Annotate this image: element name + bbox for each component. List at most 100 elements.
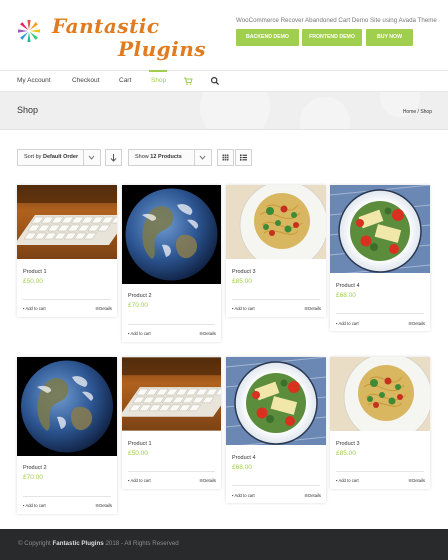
product-card[interactable]: Product 2 £70.00 ▪ Add to cart ☰Details [17, 357, 117, 514]
nav-item-checkout[interactable]: Checkout [72, 77, 99, 84]
sort-direction-icon [110, 154, 117, 162]
sort-by-label: Sort by [24, 154, 42, 160]
product-name[interactable]: Product 1 [23, 269, 47, 275]
product-image-keyboard[interactable] [17, 185, 117, 259]
copyright-prefix: © Copyright [18, 540, 51, 547]
copyright-suffix: 2018 - All Rights Reserved [105, 540, 179, 547]
grid-view-button[interactable] [217, 149, 234, 166]
add-to-cart-button[interactable]: ▪ Add to cart [336, 321, 359, 326]
page-title-bar: Shop Home / Shop [0, 92, 448, 130]
frontend-demo-button[interactable]: FRONTEND DEMO [302, 29, 362, 46]
product-name[interactable]: Product 3 [232, 269, 256, 275]
product-image-pasta[interactable] [330, 357, 430, 431]
show-label: Show [135, 154, 149, 160]
add-to-cart-label: Add to cart [25, 306, 46, 311]
add-to-cart-label: Add to cart [130, 478, 151, 483]
details-button[interactable]: ☰Details [304, 493, 321, 498]
details-button[interactable]: ☰Details [95, 306, 112, 311]
list-view-icon [240, 154, 247, 161]
site-footer: © Copyright Fantastic Plugins 2018 - All… [0, 529, 448, 560]
details-label: Details [308, 306, 321, 311]
main-navigation: My Account Checkout Cart Shop [0, 70, 448, 92]
card-divider [336, 471, 424, 472]
list-view-button[interactable] [235, 149, 252, 166]
sort-direction-button[interactable] [105, 149, 122, 166]
product-image-salad-bowl[interactable] [330, 185, 430, 273]
product-price: £50.00 [128, 450, 148, 457]
add-to-cart-label: Add to cart [338, 478, 359, 483]
product-card[interactable]: Product 1 £50.00 ▪ Add to cart ☰Details [122, 357, 221, 489]
site-tagline: WooCommerce Recover Abandoned Cart Demo … [236, 17, 437, 24]
add-to-cart-button[interactable]: ▪ Add to cart [23, 306, 46, 311]
buy-now-button[interactable]: BUY NOW [366, 29, 413, 46]
details-button[interactable]: ☰Details [199, 478, 216, 483]
product-name[interactable]: Product 2 [23, 465, 47, 471]
product-image-earth[interactable] [122, 185, 221, 284]
product-image-earth[interactable] [17, 357, 117, 456]
product-card[interactable]: Product 4 £68.00 ▪ Add to cart ☰Details [226, 357, 326, 503]
product-name[interactable]: Product 2 [128, 293, 152, 299]
products-per-page-select[interactable]: Show 12 Products [128, 149, 212, 166]
logo-text-line1: Fantastic [52, 14, 160, 38]
product-image-keyboard[interactable] [122, 357, 221, 431]
add-to-cart-button[interactable]: ▪ Add to cart [336, 478, 359, 483]
site-logo[interactable]: Fantastic Plugins [14, 12, 207, 62]
nav-item-shop[interactable]: Shop [151, 77, 166, 84]
grid-view-icon [222, 154, 229, 161]
cart-icon[interactable] [183, 76, 193, 86]
product-price: £68.00 [336, 292, 356, 299]
product-image-pasta[interactable] [226, 185, 326, 259]
add-to-cart-label: Add to cart [25, 503, 46, 508]
copyright-text: © Copyright Fantastic Plugins 2018 - All… [18, 540, 179, 547]
sort-by-select[interactable]: Sort by Default Order [17, 149, 101, 166]
product-name[interactable]: Product 4 [232, 455, 256, 461]
title-bar-decoration [300, 97, 350, 129]
nav-active-indicator [149, 70, 167, 72]
chevron-down-icon [194, 150, 211, 165]
product-card[interactable]: Product 1 £50.00 ▪ Add to cart ☰Details [17, 185, 117, 317]
product-image-salad-bowl[interactable] [226, 357, 326, 445]
product-card[interactable]: Product 2 £70.00 ▪ Add to cart ☰Details [122, 185, 221, 342]
details-label: Details [99, 306, 112, 311]
details-button[interactable]: ☰Details [408, 321, 425, 326]
details-label: Details [412, 478, 425, 483]
card-divider [232, 299, 320, 300]
product-price: £68.00 [232, 464, 252, 471]
add-to-cart-button[interactable]: ▪ Add to cart [128, 331, 151, 336]
details-button[interactable]: ☰Details [95, 503, 112, 508]
product-price: £70.00 [128, 302, 148, 309]
add-to-cart-label: Add to cart [234, 493, 255, 498]
product-price: £85.00 [232, 278, 252, 285]
product-name[interactable]: Product 1 [128, 441, 152, 447]
product-name[interactable]: Product 3 [336, 441, 360, 447]
nav-item-my-account[interactable]: My Account [17, 77, 51, 84]
product-card[interactable]: Product 3 £85.00 ▪ Add to cart ☰Details [330, 357, 430, 489]
add-to-cart-button[interactable]: ▪ Add to cart [23, 503, 46, 508]
logo-pinwheel-icon [18, 20, 40, 42]
product-price: £85.00 [336, 450, 356, 457]
card-divider [128, 471, 215, 472]
sort-by-value: Default Order [42, 154, 79, 160]
product-card[interactable]: Product 3 £85.00 ▪ Add to cart ☰Details [226, 185, 326, 317]
card-divider [336, 313, 424, 314]
details-button[interactable]: ☰Details [408, 478, 425, 483]
product-name[interactable]: Product 4 [336, 283, 360, 289]
nav-item-cart[interactable]: Cart [119, 77, 131, 84]
add-to-cart-button[interactable]: ▪ Add to cart [232, 493, 255, 498]
footer-brand-link[interactable]: Fantastic Plugins [53, 540, 104, 547]
add-to-cart-button[interactable]: ▪ Add to cart [232, 306, 255, 311]
logo-text-line2: Plugins [118, 37, 207, 61]
details-button[interactable]: ☰Details [199, 331, 216, 336]
card-divider [128, 324, 215, 325]
details-label: Details [308, 493, 321, 498]
product-price: £70.00 [23, 474, 43, 481]
search-icon[interactable] [210, 76, 220, 86]
add-to-cart-button[interactable]: ▪ Add to cart [128, 478, 151, 483]
add-to-cart-label: Add to cart [234, 306, 255, 311]
add-to-cart-label: Add to cart [130, 331, 151, 336]
details-button[interactable]: ☰Details [304, 306, 321, 311]
breadcrumb[interactable]: Home / Shop [403, 109, 432, 115]
title-bar-decoration [200, 92, 270, 129]
backend-demo-button[interactable]: BACKEND DEMO [236, 29, 299, 46]
product-card[interactable]: Product 4 £68.00 ▪ Add to cart ☰Details [330, 185, 430, 331]
